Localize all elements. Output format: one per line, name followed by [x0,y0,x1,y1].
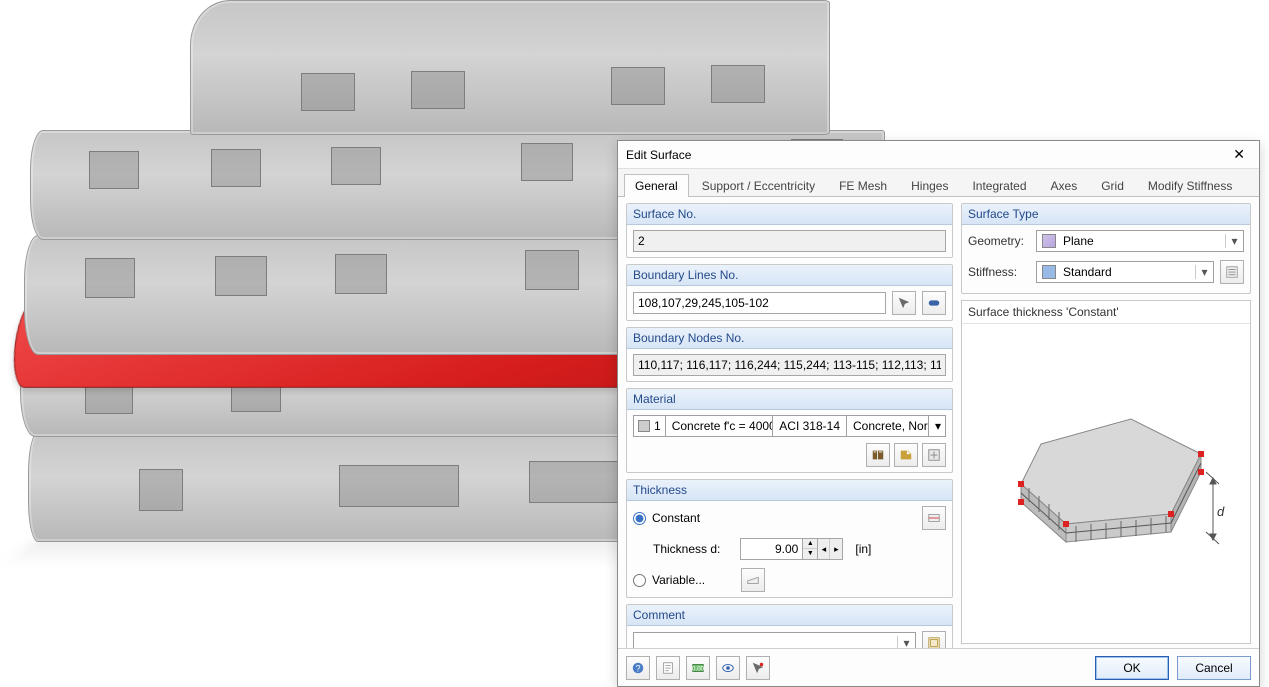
window-opening [215,256,267,296]
surface-3d-icon: d [981,384,1231,584]
preview-title: Surface thickness 'Constant' [962,301,1250,324]
tab-integrated[interactable]: Integrated [961,174,1037,197]
dialog-title: Edit Surface [626,148,691,162]
building-top-level [190,0,830,135]
thickness-d-input[interactable] [740,538,802,560]
standard-swatch-icon [1042,265,1056,279]
plane-swatch-icon [1042,234,1056,248]
edit-surface-dialog: Edit Surface ✕ General Support / Eccentr… [617,140,1260,687]
group-header: Boundary Lines No. [627,265,952,286]
stiffness-label: Stiffness: [968,265,1030,279]
chevron-down-icon[interactable]: ▾ [1225,234,1243,248]
group-surface-type: Surface Type Geometry: Plane ▾ Stiffness… [961,203,1251,294]
select-lines-button[interactable] [922,291,946,315]
window-opening [525,250,579,290]
material-library-button[interactable] [866,443,890,467]
material-category: Concrete, Nor [846,415,928,437]
boundary-nodes-input[interactable] [633,354,946,376]
material-new-button[interactable] [894,443,918,467]
stiffness-details-button[interactable] [1220,260,1244,284]
group-header: Thickness [627,480,952,501]
notes-button[interactable] [656,656,680,680]
group-thickness: Thickness Constant Thickness d: ▲▼ [626,479,953,598]
chevron-down-icon[interactable]: ▾ [897,636,915,648]
geometry-label: Geometry: [968,234,1030,248]
group-material: Material 1 Concrete f'c = 4000 psi ACI 3… [626,388,953,473]
units-button[interactable]: 0.00 [686,656,710,680]
window-opening [611,67,665,105]
stiffness-value: Standard [1061,265,1195,279]
dialog-footer: ? 0.00 OK Cancel [618,648,1259,686]
svg-text:?: ? [636,663,641,673]
spinner-down-icon[interactable]: ▼ [803,549,817,559]
dialog-tabs: General Support / Eccentricity FE Mesh H… [618,169,1259,197]
comment-combo[interactable]: ▾ [633,632,916,648]
thickness-variable-details-button[interactable] [741,568,765,592]
spinner-up-icon[interactable]: ▲ [803,539,817,549]
group-boundary-nodes: Boundary Nodes No. [626,327,953,382]
pick-lines-button[interactable] [892,291,916,315]
window-opening [411,71,465,109]
tab-support-eccentricity[interactable]: Support / Eccentricity [691,174,826,197]
surface-no-input[interactable] [633,230,946,252]
thickness-d-label: Thickness d: [653,542,720,556]
material-index: 1 [654,419,661,433]
cancel-button[interactable]: Cancel [1177,656,1251,680]
visibility-button[interactable] [716,656,740,680]
chevron-down-icon[interactable]: ▾ [1195,265,1213,279]
window-opening [711,65,765,103]
help-button[interactable]: ? [626,656,650,680]
close-icon[interactable]: ✕ [1225,144,1253,165]
window-opening [335,254,387,294]
thickness-d-spinner[interactable]: ▲▼ ◂▸ [740,538,843,560]
group-header: Material [627,389,952,410]
stiffness-select[interactable]: Standard ▾ [1036,261,1214,283]
window-opening [521,143,573,181]
tab-general[interactable]: General [624,174,689,197]
thickness-variable-radio[interactable]: Variable... [633,573,705,587]
stepper-right-icon[interactable]: ▸ [830,539,842,559]
window-opening [211,149,261,187]
material-select[interactable]: 1 Concrete f'c = 4000 psi ACI 318-14 Con… [633,415,946,437]
stepper-left-icon[interactable]: ◂ [818,539,830,559]
tab-axes[interactable]: Axes [1040,174,1089,197]
geometry-select[interactable]: Plane ▾ [1036,230,1244,252]
thickness-unit: [in] [855,542,871,556]
material-code: ACI 318-14 [772,415,846,437]
material-swatch-icon [638,420,650,432]
group-header: Surface Type [962,204,1250,225]
group-header: Boundary Nodes No. [627,328,952,349]
window-opening [89,151,139,189]
ok-button[interactable]: OK [1095,656,1169,680]
window-opening [301,73,355,111]
preview-canvas: d [962,324,1250,643]
window-opening [85,258,135,298]
material-edit-button[interactable] [922,443,946,467]
group-boundary-lines: Boundary Lines No. [626,264,953,321]
window-opening [139,469,183,511]
chevron-down-icon[interactable]: ▾ [928,415,946,437]
group-header: Comment [627,605,952,626]
comment-pick-button[interactable] [922,631,946,648]
window-opening [331,147,381,185]
tab-grid[interactable]: Grid [1090,174,1135,197]
boundary-lines-input[interactable] [633,292,886,314]
tab-fe-mesh[interactable]: FE Mesh [828,174,898,197]
pick-in-view-button[interactable] [746,656,770,680]
group-comment: Comment ▾ [626,604,953,648]
material-name: Concrete f'c = 4000 psi [665,415,773,437]
thickness-constant-details-button[interactable] [922,506,946,530]
group-surface-no: Surface No. [626,203,953,258]
tab-modify-stiffness[interactable]: Modify Stiffness [1137,174,1243,197]
window-opening [339,465,459,507]
svg-text:d: d [1217,504,1225,519]
geometry-value: Plane [1061,234,1225,248]
thickness-preview: Surface thickness 'Constant' [961,300,1251,644]
thickness-constant-radio[interactable]: Constant [633,511,700,525]
dialog-titlebar[interactable]: Edit Surface ✕ [618,141,1259,169]
tab-hinges[interactable]: Hinges [900,174,959,197]
group-header: Surface No. [627,204,952,225]
svg-text:0.00: 0.00 [692,665,704,672]
